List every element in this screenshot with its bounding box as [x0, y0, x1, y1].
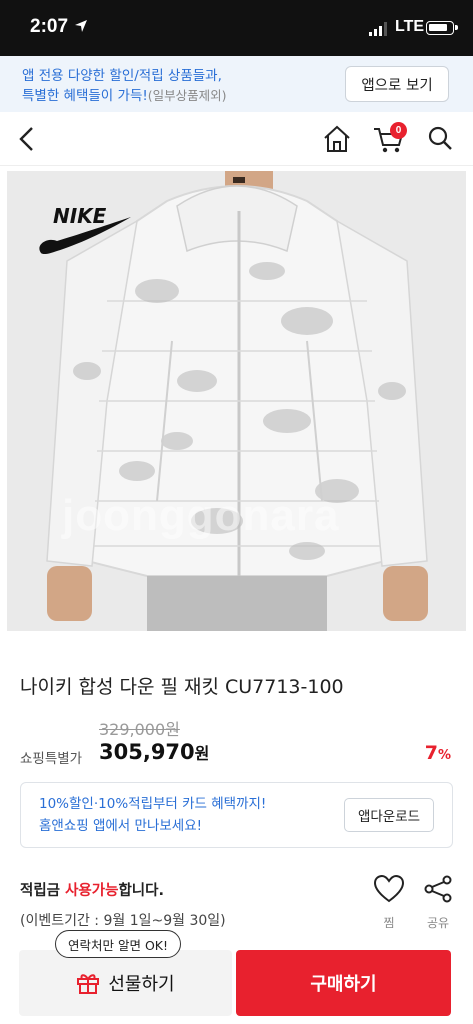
wishlist-button[interactable]: 찜 [373, 874, 405, 931]
gift-button[interactable]: 선물하기 [19, 950, 232, 1016]
buy-button[interactable]: 구매하기 [236, 950, 451, 1016]
points-highlight: 사용가능 [65, 883, 119, 899]
product-image[interactable]: NIKE joonggonara [7, 171, 466, 631]
sale-price-unit: 원 [194, 744, 210, 763]
promo-text: 10%할인·10%적립부터 카드 혜택까지! 홈앤쇼핑 앱에서 만나보세요! [39, 793, 266, 837]
discount-rate: 7% [425, 742, 451, 764]
back-icon[interactable] [14, 124, 40, 154]
points-prefix: 적립금 [20, 883, 66, 899]
banner-text: 앱 전용 다양한 할인/적립 상품들과, 특별한 혜택들이 가득!(일부상품제외… [22, 66, 227, 106]
gift-label: 선물하기 [108, 974, 175, 995]
nav-bar [0, 112, 473, 166]
points-notice: 적립금 사용가능합니다. [20, 879, 164, 900]
wishlist-label: 찜 [383, 916, 395, 930]
cart-count-badge: 0 [390, 122, 407, 139]
discount-unit: % [437, 748, 451, 763]
banner-note: (일부상품제외) [147, 88, 227, 103]
gift-icon [77, 974, 100, 994]
share-icon [424, 875, 452, 903]
sale-price: 305,970원 [99, 740, 209, 764]
promo-line2: 홈앤쇼핑 앱에서 만나보세요! [39, 818, 203, 834]
battery-icon [426, 21, 458, 35]
heart-icon [373, 874, 405, 903]
carrier-label: LTE [395, 18, 425, 35]
product-title: 나이키 합성 다운 필 재킷 CU7713-100 [20, 676, 344, 698]
share-button[interactable]: 공유 [422, 875, 454, 931]
points-suffix: 합니다. [118, 883, 164, 899]
promo-line1: 10%할인·10%적립부터 카드 혜택까지! [39, 796, 267, 812]
signal-icon [369, 22, 387, 36]
watermark: joonggonara [62, 491, 340, 540]
app-download-button[interactable]: 앱다운로드 [344, 798, 434, 832]
search-icon[interactable] [426, 124, 454, 154]
open-in-app-button[interactable]: 앱으로 보기 [345, 66, 449, 102]
location-arrow-icon [75, 20, 87, 32]
original-price: 329,000원 [99, 720, 180, 739]
sale-price-number: 305,970 [99, 740, 195, 764]
gift-tooltip: 연락처만 알면 OK! [55, 930, 181, 958]
app-benefit-box: 10%할인·10%적립부터 카드 혜택까지! 홈앤쇼핑 앱에서 만나보세요! 앱… [20, 782, 453, 848]
banner-line2: 특별한 혜택들이 가득! [22, 88, 148, 104]
status-time: 2:07 [30, 16, 69, 37]
share-label: 공유 [426, 916, 450, 930]
banner-line1: 앱 전용 다양한 할인/적립 상품들과, [22, 68, 222, 84]
app-promo-banner: 앱 전용 다양한 할인/적립 상품들과, 특별한 혜택들이 가득!(일부상품제외… [0, 56, 473, 112]
discount-number: 7 [424, 742, 438, 764]
svg-text:NIKE: NIKE [53, 204, 107, 228]
nike-logo: NIKE [39, 204, 131, 255]
status-bar: 2:07 LTE [0, 0, 473, 56]
price-label: 쇼핑특별가 [20, 751, 83, 767]
home-icon[interactable] [322, 124, 352, 154]
event-period: (이벤트기간 : 9월 1일~9월 30일) [20, 913, 226, 929]
